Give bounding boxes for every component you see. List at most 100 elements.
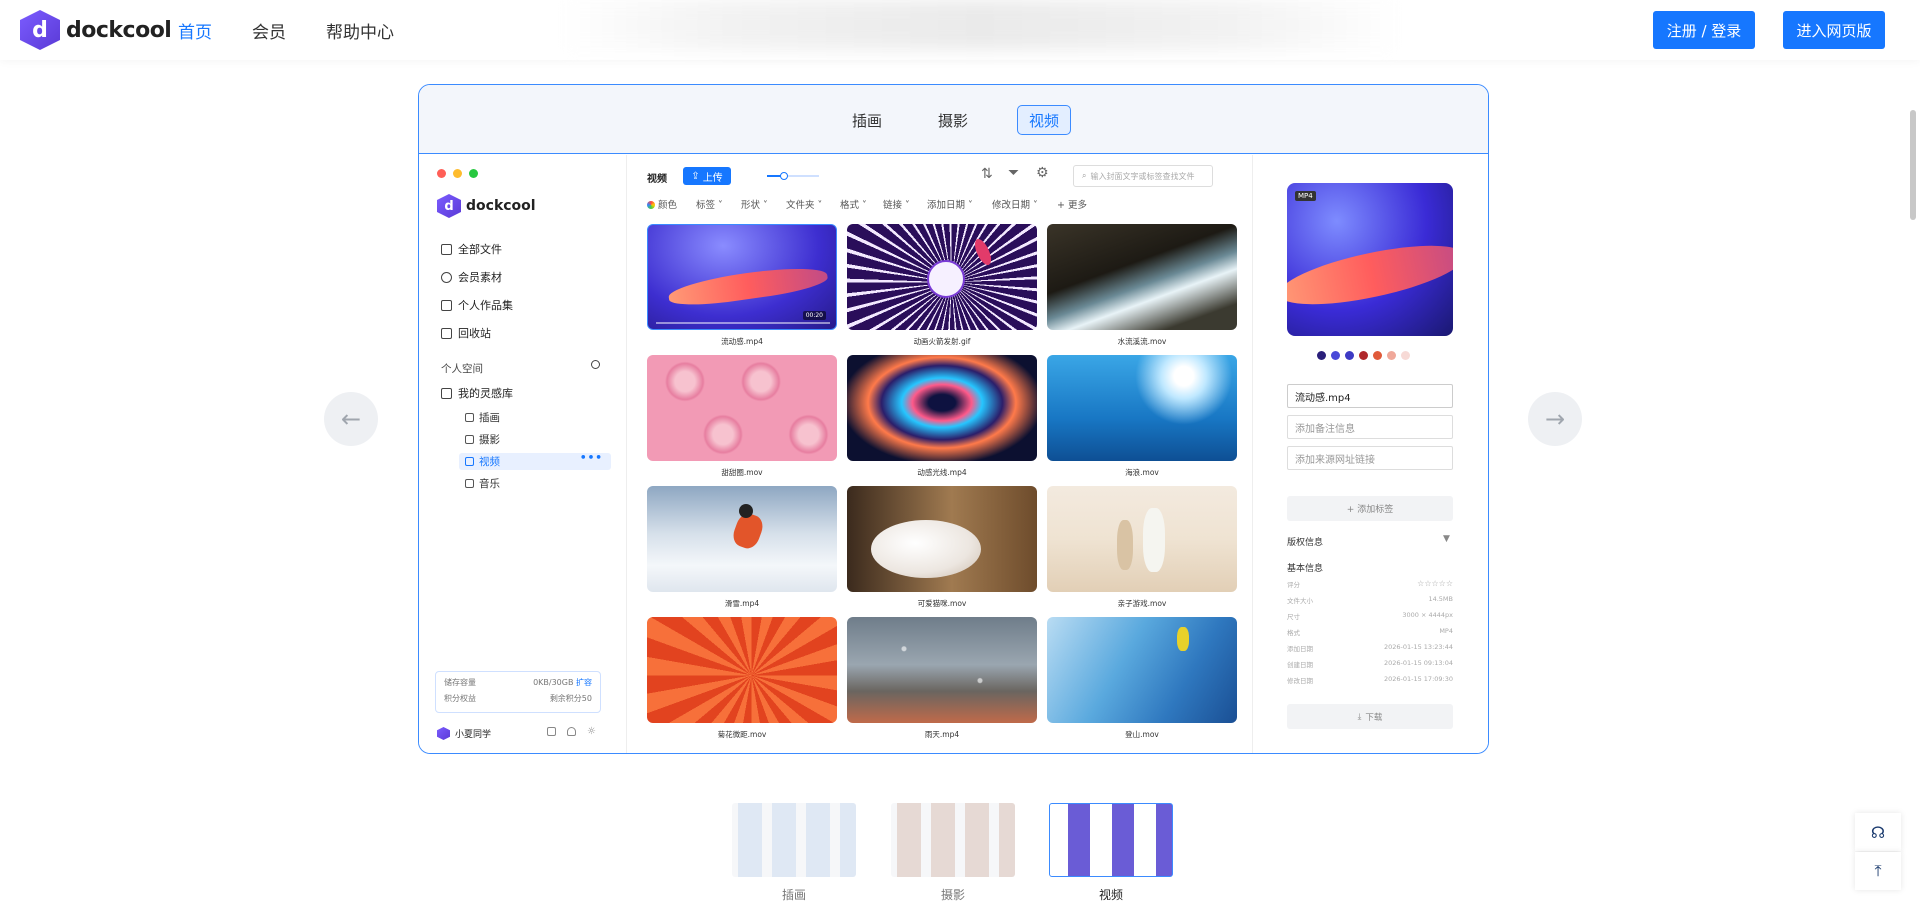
sort-icon[interactable]: ⇅ <box>981 166 993 182</box>
filter-link[interactable]: 链接 ˅ <box>883 197 910 211</box>
filter-more[interactable]: + 更多 <box>1057 197 1087 211</box>
swatch[interactable] <box>1331 351 1340 360</box>
sidebar-item-trash[interactable]: 回收站 <box>441 325 491 341</box>
frame-tab-video[interactable]: 视频 <box>1017 105 1071 135</box>
carousel-next-button[interactable]: → <box>1528 392 1582 446</box>
customer-support-button[interactable]: ☊ <box>1855 813 1901 851</box>
top-bar: d dockcool 首页 会员 帮助中心 注册 / 登录 进入网页版 <box>0 0 1920 60</box>
filter-added-date[interactable]: 添加日期 ˅ <box>927 197 973 211</box>
info-value: MP4 <box>1439 627 1453 635</box>
nav-home[interactable]: 首页 <box>178 18 212 43</box>
filter-label: 修改日期 <box>992 200 1031 211</box>
tile-rocket-gif[interactable] <box>847 224 1037 330</box>
info-row-dimensions: 尺寸 3000 × 4444px <box>1287 611 1453 621</box>
sidebar-item-member-assets[interactable]: 会员素材 <box>441 269 502 285</box>
sun-icon[interactable]: ☼ <box>587 726 596 737</box>
tile-caption: 滑雪.mp4 <box>724 599 760 608</box>
tile-cat-video[interactable] <box>847 486 1037 592</box>
tile-ski-video[interactable] <box>647 486 837 592</box>
upload-icon: ⇪ <box>691 170 700 182</box>
slider-handle[interactable] <box>780 172 788 180</box>
chevron-down-icon[interactable]: ▼ <box>1443 534 1450 544</box>
info-value: 3000 × 4444px <box>1402 611 1453 619</box>
carousel-prev-button[interactable]: ← <box>324 392 378 446</box>
web-version-button[interactable]: 进入网页版 <box>1783 11 1885 49</box>
filter-format[interactable]: 格式 ˅ <box>840 197 867 211</box>
swatch[interactable] <box>1401 351 1410 360</box>
copyright-section[interactable]: 版权信息 <box>1287 535 1323 548</box>
sidebar-item-portfolio[interactable]: 个人作品集 <box>441 297 513 313</box>
settings-icon[interactable]: ⚙ <box>1036 165 1049 181</box>
thumbnail-photo[interactable] <box>891 803 1015 877</box>
star-rating[interactable]: ☆☆☆☆☆ <box>1417 579 1453 589</box>
swatch[interactable] <box>1345 351 1354 360</box>
library-item[interactable]: 我的灵感库 <box>441 385 513 401</box>
gift-icon[interactable] <box>547 727 556 736</box>
tile-caption: 海浪.mov <box>1125 468 1159 477</box>
tile-stream-video[interactable] <box>1047 224 1237 330</box>
user-profile[interactable]: 小夏同学 <box>437 727 491 740</box>
tile-wave-video[interactable] <box>1047 355 1237 461</box>
swatch[interactable] <box>1317 351 1326 360</box>
upload-button[interactable]: ⇪ 上传 <box>683 167 731 185</box>
download-button[interactable]: ⤓ 下载 <box>1287 704 1453 729</box>
preview-image[interactable]: MP4 <box>1287 183 1453 336</box>
frame-tab-illustration[interactable]: 插画 <box>839 105 895 135</box>
page-scrollbar[interactable] <box>1910 110 1916 220</box>
close-dot-icon[interactable] <box>437 169 446 178</box>
filter-modified-date[interactable]: 修改日期 ˅ <box>992 197 1038 211</box>
thumbnail-video[interactable] <box>1049 803 1173 877</box>
info-value: 2026-01-15 13:23:44 <box>1383 643 1453 651</box>
more-icon[interactable]: ••• <box>580 452 603 464</box>
nav-help[interactable]: 帮助中心 <box>326 18 394 43</box>
info-key: 格式 <box>1287 629 1300 637</box>
tile-rain-video[interactable] <box>847 617 1037 723</box>
filter-tag[interactable]: 标签 ˅ <box>696 197 723 211</box>
filter-folder[interactable]: 文件夹 ˅ <box>786 197 822 211</box>
nav-member[interactable]: 会员 <box>252 18 286 43</box>
maximize-dot-icon[interactable] <box>469 169 478 178</box>
folder-icon <box>465 479 474 488</box>
folder-photo[interactable]: 摄影 <box>465 432 500 447</box>
tile-caption: 动感光线.mp4 <box>917 468 967 477</box>
bell-icon[interactable] <box>567 727 576 736</box>
tile-caption: 登山.mov <box>1125 730 1159 739</box>
tile-family-video[interactable] <box>1047 486 1237 592</box>
swatch[interactable] <box>1359 351 1368 360</box>
note-field[interactable]: 添加备注信息 <box>1287 415 1453 439</box>
folder-label: 音乐 <box>479 478 500 490</box>
sidebar-search-icon[interactable] <box>591 360 600 369</box>
tile-donut-video[interactable] <box>647 355 837 461</box>
tile-light-video[interactable] <box>847 355 1037 461</box>
back-to-top-button[interactable]: ⤒ <box>1855 852 1901 890</box>
swatch[interactable] <box>1373 351 1382 360</box>
tile-climb-video[interactable] <box>1047 617 1237 723</box>
filter-label: 颜色 <box>658 200 678 211</box>
sidebar-item-label: 回收站 <box>458 327 491 340</box>
filename-field[interactable]: 流动感.mp4 <box>1287 384 1453 408</box>
expand-link[interactable]: 扩容 <box>576 678 592 687</box>
folder-illustration[interactable]: 插画 <box>465 410 500 425</box>
frame-tab-photo[interactable]: 摄影 <box>925 105 981 135</box>
login-button[interactable]: 注册 / 登录 <box>1653 11 1755 49</box>
filter-shape[interactable]: 形状 ˅ <box>741 197 768 211</box>
tile-caption: 雨天.mp4 <box>924 730 960 739</box>
minimize-dot-icon[interactable] <box>453 169 462 178</box>
logo[interactable]: d dockcool <box>20 10 172 50</box>
sidebar-item-all-files[interactable]: 全部文件 <box>441 241 502 257</box>
add-tag-button[interactable]: + 添加标签 <box>1287 496 1453 521</box>
tile-flow-video[interactable]: 00:20 <box>647 224 837 330</box>
filter-icon[interactable]: ⏷ <box>1008 165 1019 181</box>
filter-color[interactable]: 颜色 <box>647 197 677 211</box>
swatch[interactable] <box>1387 351 1396 360</box>
search-input[interactable]: ⌕ 输入封面文字或标签查找文件 <box>1073 165 1213 187</box>
tile-chrysanthemum-video[interactable] <box>647 617 837 723</box>
thumbnail-illustration[interactable] <box>732 803 856 877</box>
folder-video[interactable]: 视频 ••• <box>459 452 611 470</box>
folder-label: 摄影 <box>479 434 500 446</box>
info-value: 2026-01-15 09:13:04 <box>1383 659 1453 667</box>
zoom-slider[interactable] <box>767 172 819 180</box>
source-link-field[interactable]: 添加来源网址链接 <box>1287 446 1453 470</box>
folder-music[interactable]: 音乐 <box>465 476 500 491</box>
logo-letter: d <box>32 17 48 43</box>
